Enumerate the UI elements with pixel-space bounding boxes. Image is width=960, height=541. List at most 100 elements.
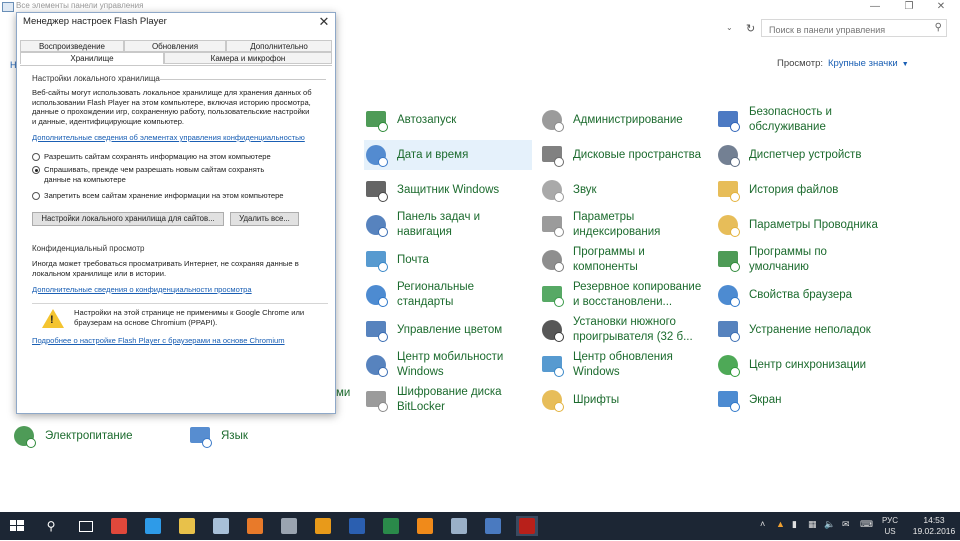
control-panel-item[interactable]: Электропитание (12, 421, 180, 451)
control-panel-item[interactable]: Шрифты (540, 385, 708, 415)
excel-icon[interactable] (380, 516, 402, 536)
control-panel-item[interactable]: Центр мобильности Windows (364, 350, 532, 380)
tab-updates[interactable]: Обновления (124, 40, 226, 52)
tab-advanced[interactable]: Дополнительно (226, 40, 332, 52)
search-box[interactable]: ⚲ (761, 19, 947, 38)
control-panel-item[interactable]: Шифрование диска BitLocker (364, 385, 532, 415)
battery-icon[interactable]: ▮ (792, 519, 797, 530)
control-panel-item[interactable]: Экран (716, 385, 884, 415)
control-panel-item-label: Администрирование (573, 113, 683, 126)
caret-down-icon: ▼ (901, 61, 909, 68)
chevron-down-icon[interactable]: ⌄ (726, 23, 733, 32)
storage-spaces-icon (540, 143, 564, 167)
control-panel-item[interactable]: Диспетчер устройств (716, 140, 884, 170)
address-bar[interactable]: ⌄ ↻ (336, 19, 756, 39)
control-panel-item[interactable]: Центр обновления Windows (540, 350, 708, 380)
control-panel-item[interactable]: Почта (364, 245, 532, 275)
privacy-controls-link[interactable]: Дополнительные сведения об элементах упр… (32, 133, 305, 142)
search-taskbar-icon[interactable]: ⚲ (40, 516, 62, 536)
control-panel-item[interactable]: Защитник Windows (364, 175, 532, 205)
control-panel-item[interactable]: История файлов (716, 175, 884, 205)
tab-playback[interactable]: Воспроизведение (20, 40, 124, 52)
start-button[interactable] (6, 516, 28, 536)
control-panel-item[interactable]: Программы по умолчанию (716, 245, 884, 275)
local-storage-sites-button[interactable]: Настройки локального хранилища для сайто… (32, 212, 224, 226)
window-close-button[interactable]: ✕ (926, 0, 956, 14)
control-panel-item[interactable]: Управление цветом (364, 315, 532, 345)
control-panel-item[interactable]: Установки нюжного проигрывателя (32 б... (540, 315, 708, 345)
control-panel-item[interactable]: Свойства браузера (716, 280, 884, 310)
search-icon[interactable]: ⚲ (935, 22, 942, 33)
chrome-icon[interactable] (108, 516, 130, 536)
photos-icon[interactable] (482, 516, 504, 536)
radio-allow-dot[interactable] (32, 153, 40, 161)
keyboard-icon[interactable]: ⌨ (860, 519, 873, 530)
language-indicator[interactable]: РУС US (882, 515, 898, 537)
minimize-button[interactable]: — (860, 0, 890, 14)
tool-app-icon[interactable] (278, 516, 300, 536)
control-panel-item[interactable]: Дисковые пространства (540, 140, 708, 170)
private-browsing-link[interactable]: Дополнительные сведения о конфиденциальн… (32, 285, 252, 294)
control-panel-item-label: Параметры Проводника (749, 218, 878, 231)
control-panel-item[interactable]: Региональные стандарты (364, 280, 532, 310)
control-panel-item-label: Дата и время (397, 148, 469, 161)
control-panel-item[interactable]: Дата и время (364, 140, 532, 170)
network-icon[interactable]: ▦ (808, 519, 817, 530)
maximize-button[interactable]: ❐ (894, 0, 924, 14)
control-panel-item[interactable]: Параметры индексирования (540, 210, 708, 240)
vlc-icon[interactable] (414, 516, 436, 536)
control-panel-item[interactable]: Параметры Проводника (716, 210, 884, 240)
outlook-icon[interactable] (312, 516, 334, 536)
volume-icon[interactable]: 🔈 (824, 519, 835, 530)
window-title: Все элементы панели управления (16, 1, 144, 10)
control-panel-item[interactable]: Панель задач и навигация (364, 210, 532, 240)
control-panel-item[interactable]: Безопасность и обслуживание (716, 105, 884, 135)
notepad-icon[interactable] (210, 516, 232, 536)
refresh-icon[interactable]: ↻ (746, 22, 755, 35)
tray-overflow-icon[interactable]: ˄ (760, 519, 765, 529)
clock[interactable]: 14:53 19.02.2016 (912, 515, 956, 537)
troubleshoot-icon (716, 318, 740, 342)
mail-icon (364, 248, 388, 272)
task-view-icon[interactable] (74, 516, 96, 536)
tab-camera-mic[interactable]: Камера и микрофон (164, 52, 332, 64)
default-programs-icon (716, 248, 740, 272)
dialog-close-icon[interactable]: ✕ (317, 14, 331, 30)
control-panel-item[interactable]: Автозапуск (364, 105, 532, 135)
windows-update-icon (540, 353, 564, 377)
autoplay-icon (364, 108, 388, 132)
chromium-settings-link[interactable]: Подробнее о настройке Flash Player с бра… (32, 336, 285, 345)
control-panel-item[interactable]: Звук (540, 175, 708, 205)
power-options-icon (12, 424, 36, 448)
delete-all-button[interactable]: Удалить все... (230, 212, 299, 226)
control-panel-item-label: Свойства браузера (749, 288, 853, 301)
radio-ask[interactable]: Спрашивать, прежде чем разрешать новым с… (32, 165, 292, 184)
control-panel-item[interactable]: Центр синхронизации (716, 350, 884, 380)
control-panel-item[interactable]: Программы и компоненты (540, 245, 708, 275)
media-player-icon[interactable] (244, 516, 266, 536)
fonts-icon (540, 388, 564, 412)
message-icon[interactable]: ✉ (842, 519, 850, 530)
media-player-icon-glyph (247, 518, 263, 534)
control-panel-item[interactable]: Устранение неполадок (716, 315, 884, 345)
view-dropdown[interactable]: Крупные значки ▼ (828, 58, 909, 69)
radio-block-dot[interactable] (32, 192, 40, 200)
search-input[interactable] (767, 22, 931, 38)
control-panel-item[interactable]: Язык (188, 421, 356, 451)
paint-icon[interactable] (448, 516, 470, 536)
control-panel-item[interactable]: Администрирование (540, 105, 708, 135)
vlc-tray-icon[interactable]: ▲ (776, 519, 785, 529)
chrome-icon-glyph (111, 518, 127, 534)
file-explorer-icon[interactable] (176, 516, 198, 536)
radio-block[interactable]: Запретить всем сайтам хранение информаци… (32, 191, 322, 201)
radio-allow[interactable]: Разрешить сайтам сохранять информацию на… (32, 152, 322, 162)
internet-explorer-icon[interactable] (142, 516, 164, 536)
control-panel-item[interactable]: Резервное копирование и восстановлени... (540, 280, 708, 310)
flash-player-icon[interactable] (516, 516, 538, 536)
word-icon[interactable] (346, 516, 368, 536)
radio-ask-dot[interactable] (32, 166, 40, 174)
local-storage-header: Настройки локального хранилища (32, 74, 160, 83)
explorer-options-icon (716, 213, 740, 237)
item-label-fragment: ми (336, 386, 351, 399)
tab-storage[interactable]: Хранилище (20, 52, 164, 64)
